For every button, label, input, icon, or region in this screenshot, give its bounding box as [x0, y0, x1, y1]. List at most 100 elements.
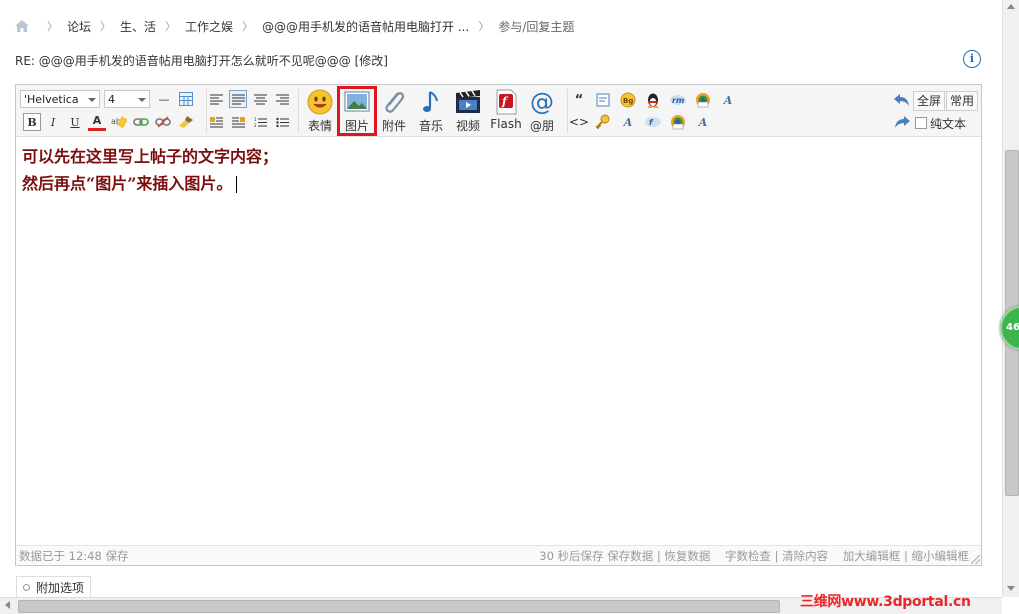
resize-grip[interactable] — [971, 555, 980, 564]
breadcrumb-current: 参与/回复主题 — [498, 19, 575, 34]
code-block-icon[interactable] — [594, 91, 612, 109]
italic-button[interactable]: I — [44, 113, 62, 131]
home-icon[interactable] — [14, 19, 30, 33]
rm-media-icon[interactable]: rm — [669, 91, 687, 109]
music-label: 音乐 — [418, 119, 443, 133]
font-style-icon-3[interactable]: A — [694, 113, 712, 131]
image-label: 图片 — [344, 119, 369, 133]
svg-text:1: 1 — [254, 117, 257, 122]
align-center-icon — [253, 94, 267, 104]
image-icon — [344, 91, 370, 112]
font-style-icon[interactable]: A — [719, 91, 737, 109]
scroll-up-icon[interactable] — [1007, 4, 1015, 9]
align-center-button[interactable] — [251, 90, 269, 108]
clapperboard-icon — [456, 90, 480, 113]
breadcrumb-thread[interactable]: @@@用手机发的语音帖用电脑打开 ... — [262, 18, 469, 35]
breadcrumb-work[interactable]: 工作之娱 — [185, 18, 233, 35]
flash-label: Flash — [490, 117, 522, 131]
underline-button[interactable]: U — [66, 113, 84, 131]
chevron-down-icon — [138, 98, 146, 102]
unlink-button[interactable] — [154, 113, 172, 131]
emoji-button[interactable]: 表情 — [303, 89, 337, 133]
text-caret — [236, 176, 238, 193]
clear-format-button[interactable] — [177, 113, 195, 131]
content-line-text: 然后再点“图片”来插入图片。 — [22, 174, 233, 193]
svg-text:2: 2 — [254, 123, 257, 128]
key-icon-svg — [595, 114, 610, 130]
link-button[interactable] — [132, 113, 150, 131]
editor-statusbar: 数据已于 12:48 保存 30 秒后保存 保存数据 | 恢复数据 字数检查 |… — [16, 545, 981, 565]
toolbar-divider — [567, 89, 568, 133]
bold-button[interactable]: B — [23, 113, 41, 131]
editor-content[interactable]: 可以先在这里写上帖子的文字内容； 然后再点“图片”来插入图片。 — [22, 143, 278, 197]
qq-icon[interactable] — [644, 91, 662, 109]
table-icon — [179, 92, 193, 106]
redo-icon[interactable] — [893, 113, 911, 131]
align-left-button[interactable] — [207, 90, 225, 108]
autosave-status: 数据已于 12:48 保存 — [19, 549, 129, 563]
key-icon[interactable] — [594, 113, 612, 131]
font-size-select[interactable]: 4 — [104, 90, 150, 108]
float-right-icon — [231, 116, 245, 127]
hscroll-thumb[interactable] — [18, 600, 780, 613]
chevron-down-icon — [88, 98, 96, 102]
text-color-button[interactable]: A — [88, 113, 106, 131]
video-label: 视频 — [455, 119, 480, 133]
undo-icon[interactable] — [893, 91, 911, 109]
media-player-icon[interactable] — [694, 91, 712, 109]
unordered-list-button[interactable] — [273, 113, 291, 131]
ordered-list-icon: 12 — [254, 117, 267, 128]
watermark: 三维网www.3dportal.cn — [800, 594, 971, 610]
plain-text-checkbox[interactable] — [915, 117, 927, 129]
float-right-button[interactable] — [229, 113, 247, 131]
font-family-select[interactable]: 'Helvetica — [20, 90, 100, 108]
align-right-icon — [275, 94, 289, 104]
flash-button[interactable]: f Flash — [488, 89, 524, 133]
align-right-button[interactable] — [273, 90, 291, 108]
info-icon[interactable]: i — [963, 50, 981, 68]
breadcrumb: 〉 论坛 〉 生、活 〉 工作之娱 〉 @@@用手机发的语音帖用电脑打开 ...… — [14, 18, 574, 34]
media-player-icon-2[interactable] — [669, 113, 687, 131]
float-left-button[interactable] — [207, 113, 225, 131]
brush-icon — [179, 116, 193, 128]
fullscreen-button[interactable]: 全屏 — [913, 91, 946, 111]
rich-text-editor: 'Helvetica 4 — B I U A ab 1 2 表情 图片 附件 音… — [15, 84, 982, 566]
video-button[interactable]: 视频 — [451, 89, 485, 133]
mention-button[interactable]: @ @朋 — [525, 89, 559, 133]
highlight-button[interactable]: ab — [110, 113, 128, 131]
breadcrumb-forum[interactable]: 论坛 — [67, 18, 91, 35]
horizontal-rule-button[interactable]: — — [155, 90, 173, 108]
music-note-icon — [423, 91, 438, 112]
music-button[interactable]: 音乐 — [414, 89, 448, 133]
image-button[interactable]: 图片 — [337, 86, 377, 136]
common-mode-button[interactable]: 常用 — [946, 91, 979, 111]
unlink-icon — [155, 116, 171, 128]
unordered-list-icon — [275, 117, 289, 127]
breadcrumb-separator: 〉 — [47, 20, 58, 33]
mention-label: @朋 — [529, 119, 554, 133]
extra-options-toggle[interactable]: 附加选项 — [16, 576, 92, 598]
media-icon-svg — [696, 93, 710, 108]
align-justify-button[interactable] — [229, 90, 247, 108]
scroll-down-icon[interactable] — [1007, 586, 1015, 591]
html-code-icon[interactable]: <> — [569, 113, 589, 131]
attachment-button[interactable]: 附件 — [377, 89, 411, 133]
scroll-left-icon[interactable] — [5, 601, 10, 609]
swf-icon-svg: f — [645, 117, 661, 127]
plain-text-label: 纯文本 — [930, 117, 967, 131]
font-style-icon-2[interactable]: A — [619, 113, 637, 131]
table-button[interactable] — [177, 90, 195, 108]
float-left-icon — [209, 116, 223, 127]
flash-media-icon[interactable]: f — [644, 113, 662, 131]
breadcrumb-life[interactable]: 生、活 — [120, 18, 156, 35]
bg-color-icon[interactable]: Bg — [619, 91, 637, 109]
vertical-scrollbar[interactable] — [1002, 0, 1019, 597]
penguin-icon — [647, 93, 659, 108]
redo-arrow-svg — [895, 116, 910, 128]
ordered-list-button[interactable]: 12 — [251, 113, 269, 131]
breadcrumb-separator: 〉 — [242, 20, 254, 33]
breadcrumb-separator: 〉 — [165, 20, 177, 33]
quote-icon[interactable]: “ — [570, 91, 588, 109]
editor-actions[interactable]: 30 秒后保存 保存数据 | 恢复数据 字数检查 | 清除内容 加大编辑框 | … — [539, 548, 969, 564]
svg-text:Bg: Bg — [623, 97, 633, 105]
